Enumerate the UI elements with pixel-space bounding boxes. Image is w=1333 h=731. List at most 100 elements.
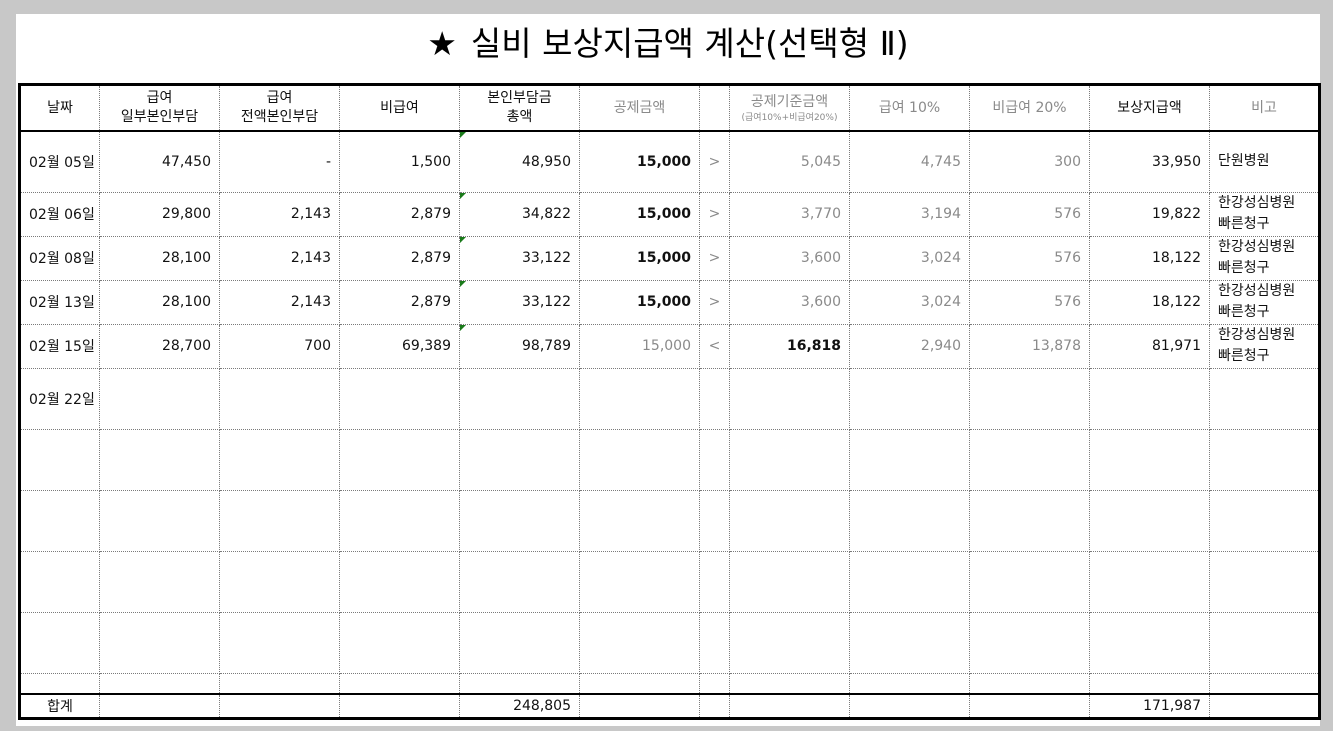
- empty-cell[interactable]: [579, 673, 700, 695]
- empty-cell[interactable]: [969, 490, 1090, 552]
- totals-cell[interactable]: [729, 693, 850, 719]
- cell-full-self-pay[interactable]: -: [219, 131, 340, 193]
- cell-total-self-pay[interactable]: 48,950: [459, 131, 580, 193]
- cell-full-self-pay[interactable]: 700: [219, 324, 340, 369]
- cell-deduction[interactable]: 15,000: [579, 324, 700, 369]
- empty-cell[interactable]: [99, 490, 220, 552]
- empty-cell[interactable]: [969, 612, 1090, 674]
- totals-cell[interactable]: [579, 693, 700, 719]
- empty-cell[interactable]: [1089, 429, 1210, 491]
- cell-non-covered[interactable]: 2,879: [339, 280, 460, 325]
- header-non-covered[interactable]: 비급여: [339, 84, 460, 132]
- cell-deduction-base[interactable]: 5,045: [729, 131, 850, 193]
- empty-cell[interactable]: [19, 490, 100, 552]
- cell-date[interactable]: 02월 22일: [19, 368, 100, 430]
- empty-cell[interactable]: [729, 612, 850, 674]
- cell-payout[interactable]: [1089, 368, 1210, 430]
- cell-deduction-base[interactable]: 3,600: [729, 236, 850, 281]
- header-total-self-pay[interactable]: 본인부담금 총액: [459, 84, 580, 132]
- empty-cell[interactable]: [219, 673, 340, 695]
- cell-covered-10[interactable]: 3,194: [849, 192, 970, 237]
- cell-deduction-base[interactable]: 3,770: [729, 192, 850, 237]
- cell-covered-10[interactable]: 3,024: [849, 280, 970, 325]
- header-payout[interactable]: 보상지급액: [1089, 84, 1210, 132]
- cell-non-covered[interactable]: 2,879: [339, 236, 460, 281]
- empty-cell[interactable]: [219, 490, 340, 552]
- cell-deduction[interactable]: 15,000: [579, 280, 700, 325]
- empty-cell[interactable]: [729, 490, 850, 552]
- empty-cell[interactable]: [99, 612, 220, 674]
- empty-cell[interactable]: [1209, 429, 1320, 491]
- empty-cell[interactable]: [729, 673, 850, 695]
- cell-compare[interactable]: >: [699, 236, 730, 281]
- totals-cell[interactable]: [219, 693, 340, 719]
- cell-total-self-pay[interactable]: 34,822: [459, 192, 580, 237]
- cell-non-covered[interactable]: 2,879: [339, 192, 460, 237]
- cell-total-self-pay[interactable]: 33,122: [459, 280, 580, 325]
- cell-remarks[interactable]: 한강성심병원 빠른청구: [1209, 236, 1320, 281]
- empty-cell[interactable]: [459, 612, 580, 674]
- totals-cell[interactable]: [1209, 693, 1320, 719]
- totals-cell[interactable]: [699, 693, 730, 719]
- empty-cell[interactable]: [339, 551, 460, 613]
- empty-cell[interactable]: [969, 673, 1090, 695]
- cell-deduction-base[interactable]: 3,600: [729, 280, 850, 325]
- empty-cell[interactable]: [19, 612, 100, 674]
- cell-deduction[interactable]: 15,000: [579, 192, 700, 237]
- header-compare[interactable]: [699, 84, 730, 132]
- totals-cell[interactable]: [849, 693, 970, 719]
- cell-compare[interactable]: [699, 368, 730, 430]
- cell-covered-10[interactable]: 4,745: [849, 131, 970, 193]
- empty-cell[interactable]: [1209, 673, 1320, 695]
- totals-total-self-pay[interactable]: 248,805: [459, 693, 580, 719]
- totals-cell[interactable]: [339, 693, 460, 719]
- empty-cell[interactable]: [459, 429, 580, 491]
- cell-compare[interactable]: <: [699, 324, 730, 369]
- empty-cell[interactable]: [579, 429, 700, 491]
- empty-cell[interactable]: [849, 551, 970, 613]
- empty-cell[interactable]: [459, 673, 580, 695]
- cell-deduction-base[interactable]: [729, 368, 850, 430]
- empty-cell[interactable]: [969, 429, 1090, 491]
- cell-non-covered-20[interactable]: 13,878: [969, 324, 1090, 369]
- cell-partial-self-pay[interactable]: 28,100: [99, 280, 220, 325]
- cell-covered-10[interactable]: 2,940: [849, 324, 970, 369]
- empty-cell[interactable]: [219, 429, 340, 491]
- cell-total-self-pay[interactable]: [459, 368, 580, 430]
- cell-remarks[interactable]: 한강성심병원 빠른청구: [1209, 324, 1320, 369]
- empty-cell[interactable]: [699, 612, 730, 674]
- empty-cell[interactable]: [1089, 673, 1210, 695]
- cell-covered-10[interactable]: 3,024: [849, 236, 970, 281]
- empty-cell[interactable]: [1209, 551, 1320, 613]
- cell-compare[interactable]: >: [699, 280, 730, 325]
- cell-non-covered-20[interactable]: 576: [969, 192, 1090, 237]
- empty-cell[interactable]: [1209, 490, 1320, 552]
- cell-payout[interactable]: 18,122: [1089, 280, 1210, 325]
- empty-cell[interactable]: [339, 490, 460, 552]
- empty-cell[interactable]: [579, 490, 700, 552]
- empty-cell[interactable]: [729, 429, 850, 491]
- totals-cell[interactable]: [969, 693, 1090, 719]
- empty-cell[interactable]: [699, 429, 730, 491]
- empty-cell[interactable]: [459, 490, 580, 552]
- empty-cell[interactable]: [849, 490, 970, 552]
- cell-deduction[interactable]: [579, 368, 700, 430]
- empty-cell[interactable]: [1089, 612, 1210, 674]
- empty-cell[interactable]: [1089, 490, 1210, 552]
- cell-date[interactable]: 02월 08일: [19, 236, 100, 281]
- empty-cell[interactable]: [99, 551, 220, 613]
- cell-partial-self-pay[interactable]: 47,450: [99, 131, 220, 193]
- empty-cell[interactable]: [339, 673, 460, 695]
- empty-cell[interactable]: [849, 673, 970, 695]
- empty-cell[interactable]: [219, 612, 340, 674]
- empty-cell[interactable]: [99, 429, 220, 491]
- empty-cell[interactable]: [339, 429, 460, 491]
- empty-cell[interactable]: [699, 551, 730, 613]
- cell-payout[interactable]: 19,822: [1089, 192, 1210, 237]
- cell-full-self-pay[interactable]: 2,143: [219, 192, 340, 237]
- empty-cell[interactable]: [729, 551, 850, 613]
- header-deduction-base[interactable]: 공제기준금액 (급여10%+비급여20%): [729, 84, 850, 132]
- empty-cell[interactable]: [849, 429, 970, 491]
- cell-payout[interactable]: 18,122: [1089, 236, 1210, 281]
- cell-non-covered[interactable]: 69,389: [339, 324, 460, 369]
